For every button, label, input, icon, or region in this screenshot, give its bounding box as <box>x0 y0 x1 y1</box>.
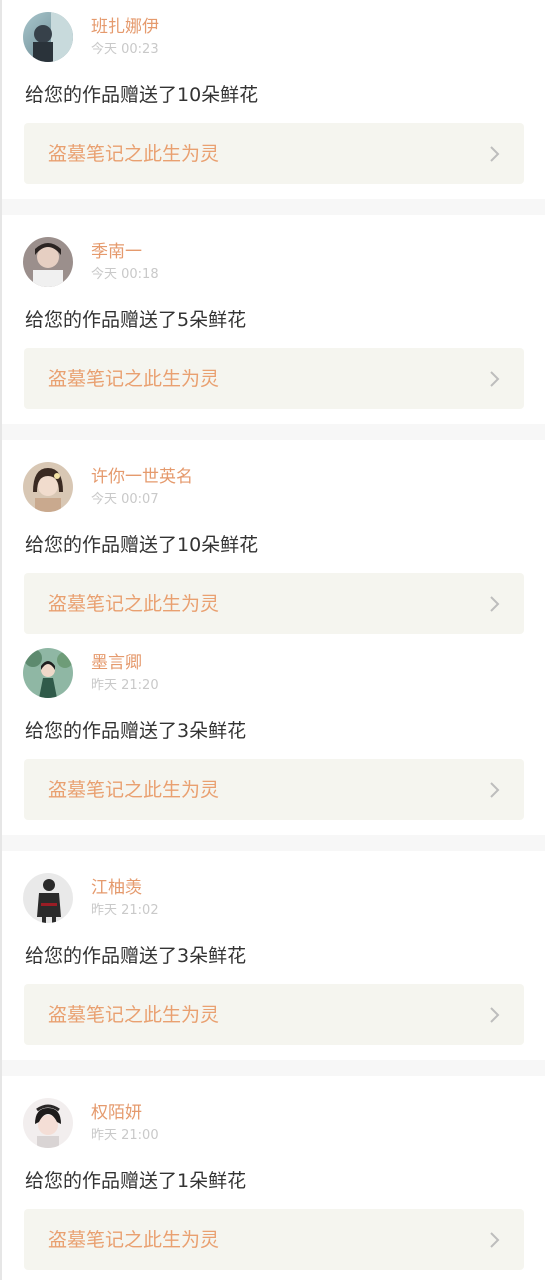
username[interactable]: 权陌妍 <box>91 1102 142 1124</box>
work-link-card[interactable]: 盗墓笔记之此生为灵 <box>24 123 524 184</box>
username[interactable]: 许你一世英名 <box>91 466 193 488</box>
work-title: 盗墓笔记之此生为灵 <box>48 143 220 165</box>
timestamp: 今天 00:07 <box>91 492 159 507</box>
work-title: 盗墓笔记之此生为灵 <box>48 368 220 390</box>
chevron-right-icon <box>490 782 500 798</box>
username[interactable]: 季南一 <box>91 241 142 263</box>
section-divider <box>2 1060 545 1076</box>
timestamp: 昨天 21:00 <box>91 1128 159 1143</box>
gift-message: 给您的作品赠送了10朵鲜花 <box>25 84 259 106</box>
work-link-card[interactable]: 盗墓笔记之此生为灵 <box>24 573 524 634</box>
timestamp: 昨天 21:02 <box>91 903 159 918</box>
username[interactable]: 墨言卿 <box>91 652 142 674</box>
gift-message: 给您的作品赠送了10朵鲜花 <box>25 534 259 556</box>
timestamp: 昨天 21:20 <box>91 678 159 693</box>
user-avatar[interactable] <box>23 1098 73 1148</box>
list-item: 季南一 今天 00:18 给您的作品赠送了5朵鲜花 盗墓笔记之此生为灵 <box>2 225 545 425</box>
chevron-right-icon <box>490 1232 500 1248</box>
gift-message: 给您的作品赠送了3朵鲜花 <box>25 945 247 967</box>
gift-message: 给您的作品赠送了1朵鲜花 <box>25 1170 247 1192</box>
avatar-icon <box>23 12 73 62</box>
username[interactable]: 班扎娜伊 <box>91 16 159 38</box>
list-item: 许你一世英名 今天 00:07 给您的作品赠送了10朵鲜花 盗墓笔记之此生为灵 <box>2 450 545 650</box>
chevron-right-icon <box>490 596 500 612</box>
work-title: 盗墓笔记之此生为灵 <box>48 779 220 801</box>
timestamp: 今天 00:18 <box>91 267 159 282</box>
user-avatar[interactable] <box>23 873 73 923</box>
list-item: 江柚羡 昨天 21:02 给您的作品赠送了3朵鲜花 盗墓笔记之此生为灵 <box>2 861 545 1061</box>
work-title: 盗墓笔记之此生为灵 <box>48 1004 220 1026</box>
work-link-card[interactable]: 盗墓笔记之此生为灵 <box>24 348 524 409</box>
work-title: 盗墓笔记之此生为灵 <box>48 1229 220 1251</box>
user-avatar[interactable] <box>23 237 73 287</box>
list-item: 班扎娜伊 今天 00:23 给您的作品赠送了10朵鲜花 盗墓笔记之此生为灵 <box>2 0 545 200</box>
timestamp: 今天 00:23 <box>91 42 159 57</box>
avatar-icon <box>23 462 73 512</box>
work-link-card[interactable]: 盗墓笔记之此生为灵 <box>24 1209 524 1270</box>
work-link-card[interactable]: 盗墓笔记之此生为灵 <box>24 759 524 820</box>
work-title: 盗墓笔记之此生为灵 <box>48 593 220 615</box>
avatar-icon <box>23 237 73 287</box>
avatar-icon <box>23 648 73 698</box>
username[interactable]: 江柚羡 <box>91 877 142 899</box>
chevron-right-icon <box>490 146 500 162</box>
chevron-right-icon <box>490 1007 500 1023</box>
work-link-card[interactable]: 盗墓笔记之此生为灵 <box>24 984 524 1045</box>
section-divider <box>2 424 545 440</box>
user-avatar[interactable] <box>23 648 73 698</box>
avatar-icon <box>23 1098 73 1148</box>
user-avatar[interactable] <box>23 462 73 512</box>
chevron-right-icon <box>490 371 500 387</box>
user-avatar[interactable] <box>23 12 73 62</box>
gift-message: 给您的作品赠送了5朵鲜花 <box>25 309 247 331</box>
gift-message: 给您的作品赠送了3朵鲜花 <box>25 720 247 742</box>
avatar-icon <box>23 873 73 923</box>
list-item: 墨言卿 昨天 21:20 给您的作品赠送了3朵鲜花 盗墓笔记之此生为灵 <box>2 636 545 836</box>
list-item: 权陌妍 昨天 21:00 给您的作品赠送了1朵鲜花 盗墓笔记之此生为灵 <box>2 1086 545 1286</box>
section-divider <box>2 835 545 851</box>
gift-notification-feed: 班扎娜伊 今天 00:23 给您的作品赠送了10朵鲜花 盗墓笔记之此生为灵 季南… <box>0 0 545 1280</box>
section-divider <box>2 199 545 215</box>
